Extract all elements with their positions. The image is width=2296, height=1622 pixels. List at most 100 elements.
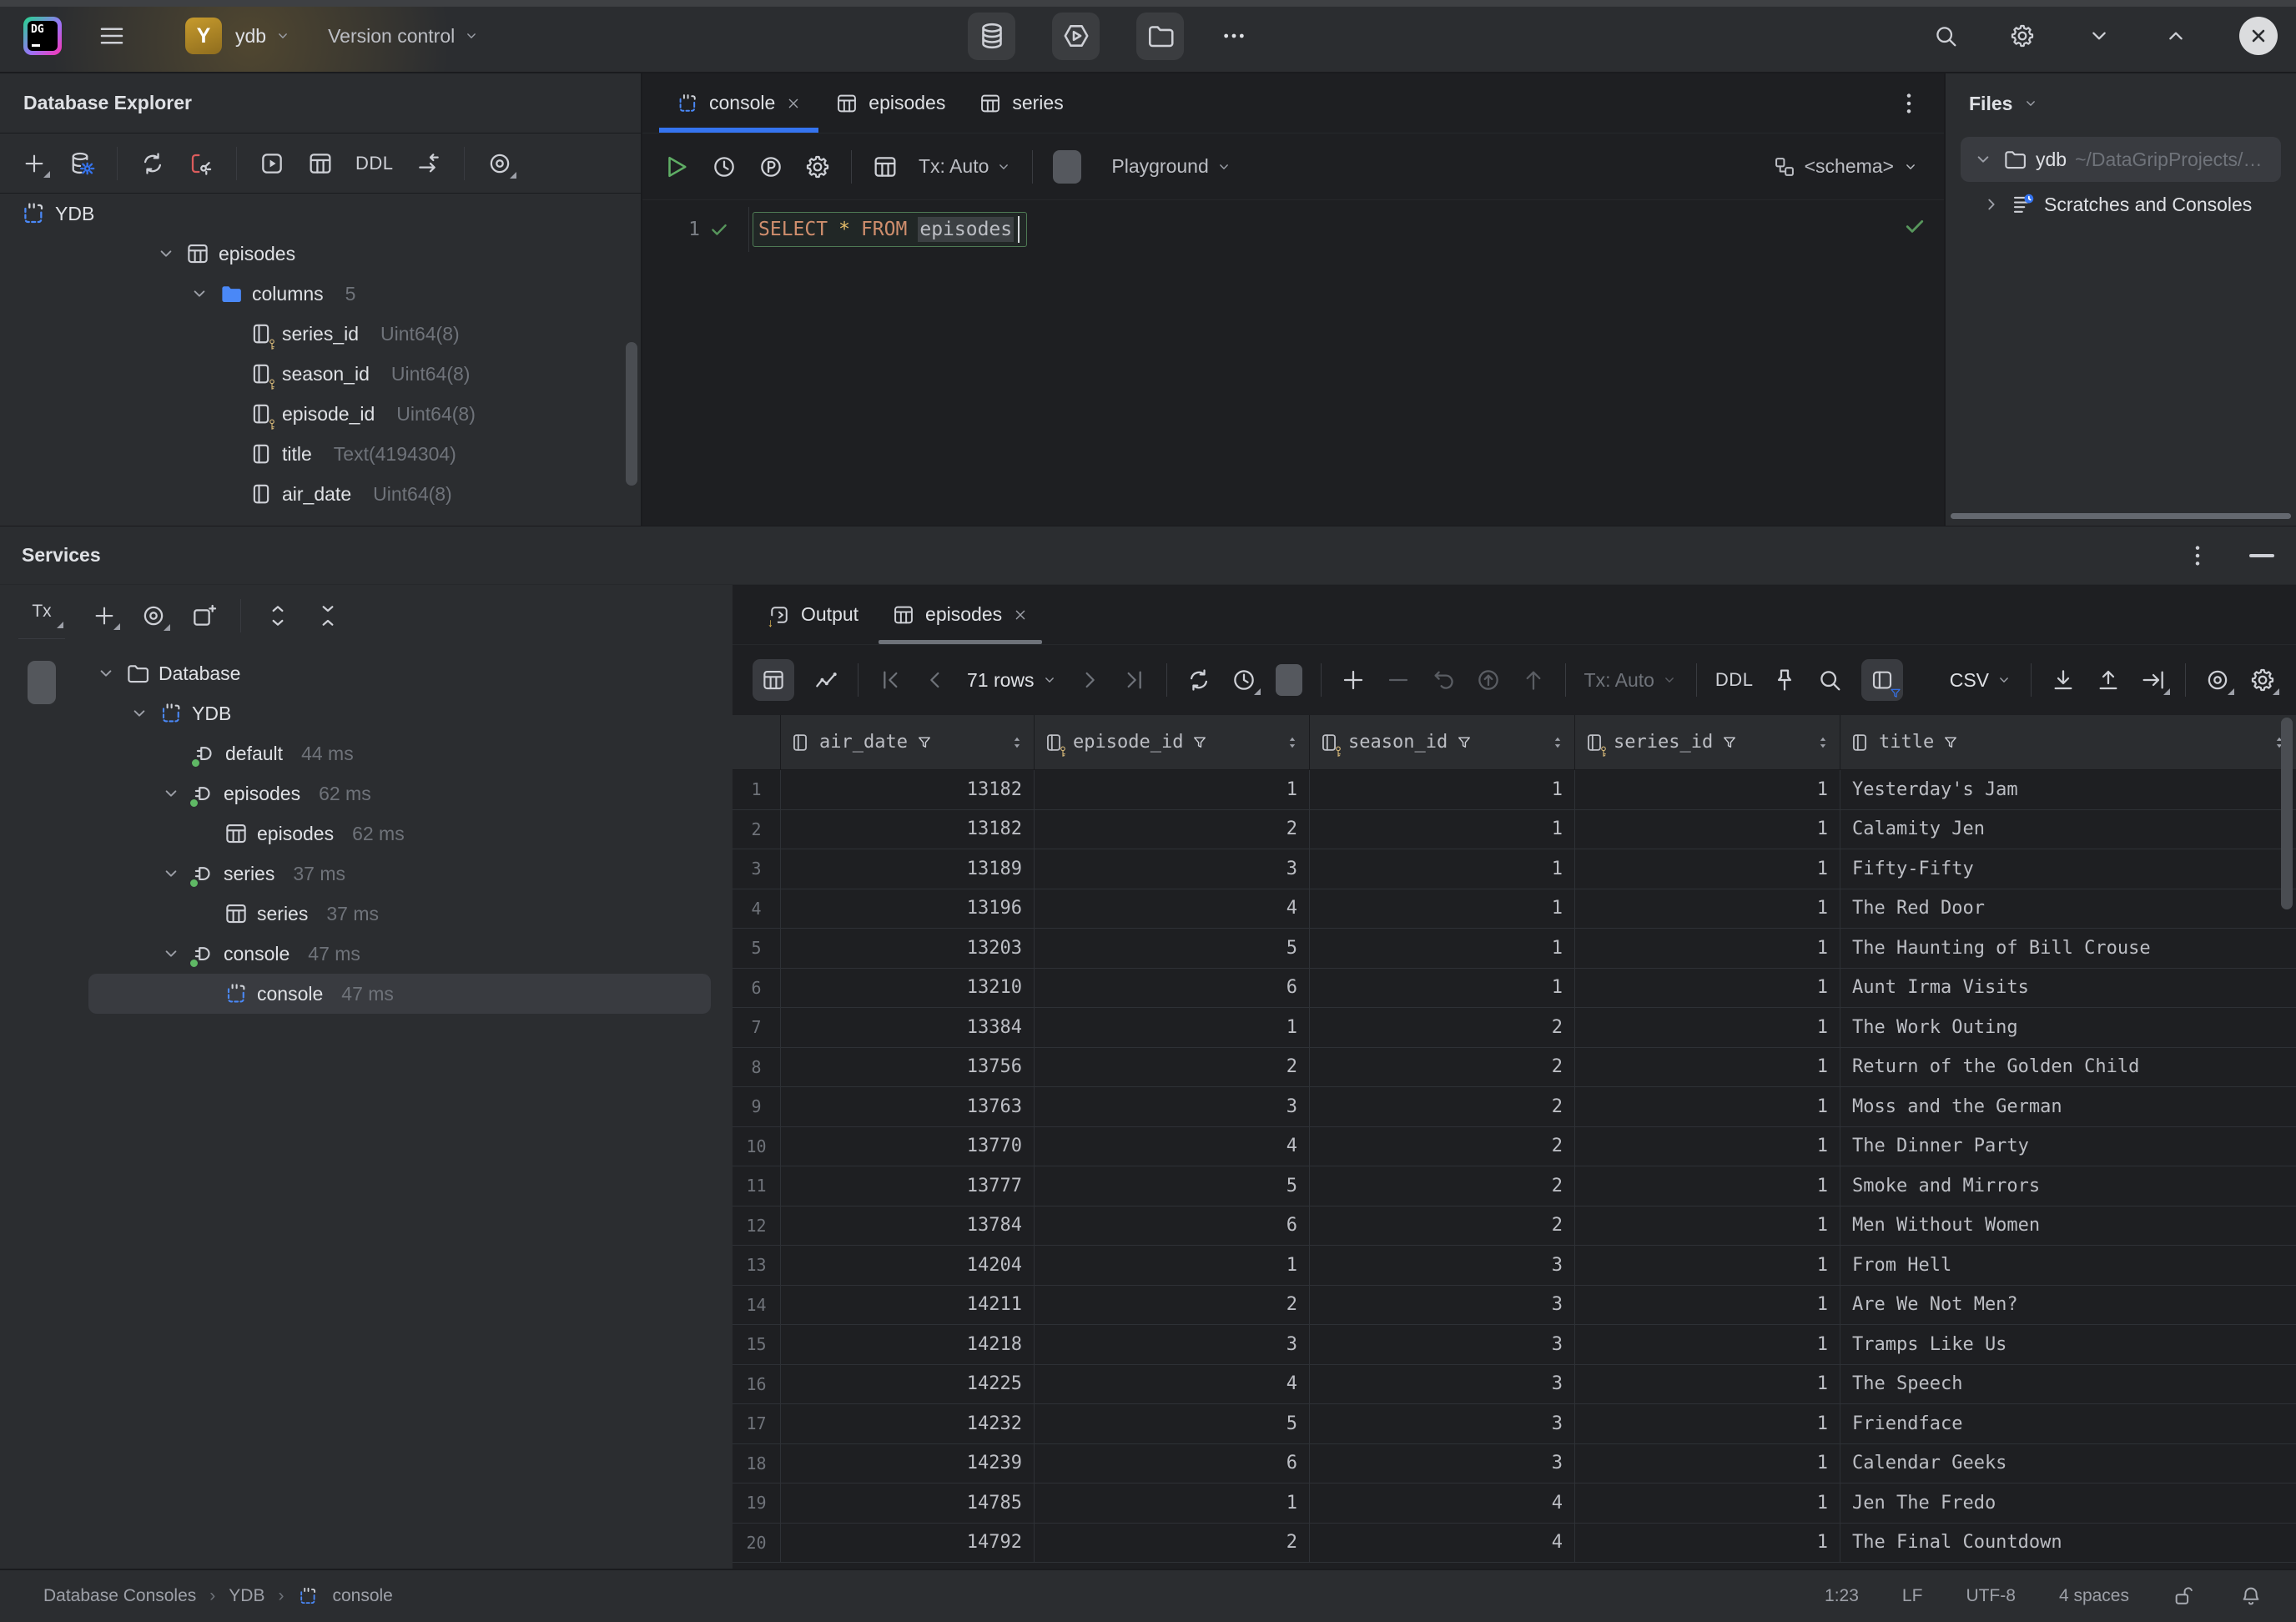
cell-episode-id[interactable]: 1: [1035, 1246, 1310, 1285]
cell-series-id[interactable]: 1: [1575, 810, 1840, 849]
schema-selector[interactable]: <schema>: [1773, 155, 1919, 179]
table-row[interactable]: 6 13210 6 1 1 Aunt Irma Visits: [733, 969, 2296, 1009]
sql-statement[interactable]: SELECT * FROM episodes: [753, 212, 1027, 247]
expand-all-icon[interactable]: [264, 602, 291, 629]
service-item-console-selected[interactable]: console 47 ms: [88, 974, 711, 1014]
breadcrumb-item[interactable]: Database Consoles: [43, 1586, 196, 1606]
cell-air-date[interactable]: 14239: [781, 1444, 1035, 1483]
tab-episodes-result[interactable]: episodes: [875, 585, 1045, 644]
cell-episode-id[interactable]: 4: [1035, 889, 1310, 929]
inspection-ok-widget[interactable]: [1902, 214, 1927, 244]
table-row[interactable]: 1 13182 1 1 1 Yesterday's Jam: [733, 770, 2296, 810]
table-row[interactable]: 5 13203 5 1 1 The Haunting of Bill Crous…: [733, 929, 2296, 969]
tab-console[interactable]: console: [659, 73, 818, 133]
cell-air-date[interactable]: 13763: [781, 1087, 1035, 1126]
tree-item-series-id[interactable]: series_id Uint64(8): [0, 314, 641, 354]
tree-item-season-id[interactable]: season_id Uint64(8): [0, 354, 641, 394]
cell-air-date[interactable]: 13384: [781, 1008, 1035, 1047]
tab-options-icon[interactable]: [1896, 90, 1922, 117]
column-header-title[interactable]: title: [1840, 715, 2296, 769]
chevron-down-icon[interactable]: [155, 243, 177, 264]
cell-series-id[interactable]: 1: [1575, 1246, 1840, 1285]
cell-air-date[interactable]: 13182: [781, 810, 1035, 849]
first-page-icon[interactable]: [877, 667, 904, 693]
scrollbar-thumb[interactable]: [2281, 718, 2293, 909]
cell-series-id[interactable]: 1: [1575, 889, 1840, 929]
cell-episode-id[interactable]: 2: [1035, 810, 1310, 849]
sort-icon[interactable]: [1815, 734, 1831, 751]
cell-season-id[interactable]: 2: [1310, 1206, 1575, 1246]
cell-air-date[interactable]: 13777: [781, 1166, 1035, 1206]
select-all-corner[interactable]: [733, 715, 781, 769]
project-selector[interactable]: ydb: [235, 25, 291, 48]
breadcrumb-item[interactable]: console: [332, 1586, 392, 1606]
files-panel-header[interactable]: Files: [1946, 73, 2296, 133]
cell-air-date[interactable]: 14785: [781, 1483, 1035, 1523]
cell-air-date[interactable]: 13182: [781, 770, 1035, 809]
filter-icon[interactable]: [1942, 734, 1959, 751]
add-service-button[interactable]: [92, 603, 117, 628]
filter-icon[interactable]: [1191, 734, 1208, 751]
row-count-selector[interactable]: 71 rows: [967, 669, 1058, 692]
caret-position[interactable]: 1:23: [1825, 1586, 1859, 1606]
cell-title[interactable]: The Work Outing: [1840, 1008, 2296, 1047]
refresh-icon[interactable]: [139, 150, 166, 177]
vcs-menu[interactable]: Version control: [328, 25, 480, 48]
cell-episode-id[interactable]: 5: [1035, 1404, 1310, 1443]
add-datasource-button[interactable]: [22, 151, 47, 176]
cell-title[interactable]: Men Without Women: [1840, 1206, 2296, 1246]
hide-panel-icon[interactable]: [2249, 554, 2274, 557]
service-item-episodes-result[interactable]: episodes 62 ms: [83, 814, 733, 854]
parameters-icon[interactable]: [758, 154, 784, 180]
cell-episode-id[interactable]: 4: [1035, 1365, 1310, 1404]
cell-title[interactable]: Return of the Golden Child: [1840, 1048, 2296, 1087]
tx-mode-selector[interactable]: Tx: Auto: [1584, 669, 1678, 692]
notifications-bell-icon[interactable]: [2239, 1584, 2263, 1608]
table-row[interactable]: 19 14785 1 4 1 Jen The Fredo: [733, 1483, 2296, 1524]
cell-series-id[interactable]: 1: [1575, 1483, 1840, 1523]
tx-mode-selector[interactable]: Tx: Auto: [919, 155, 1012, 178]
cell-title[interactable]: The Speech: [1840, 1365, 2296, 1404]
service-item-ydb[interactable]: YDB: [83, 693, 733, 733]
filter-icon[interactable]: [1721, 734, 1738, 751]
scrollbar-thumb[interactable]: [626, 342, 637, 486]
table-row[interactable]: 18 14239 6 3 1 Calendar Geeks: [733, 1444, 2296, 1484]
files-item-scratches[interactable]: Scratches and Consoles: [1946, 182, 2296, 227]
cell-series-id[interactable]: 1: [1575, 929, 1840, 968]
cell-title[interactable]: Jen The Fredo: [1840, 1483, 2296, 1523]
cell-air-date[interactable]: 14232: [781, 1404, 1035, 1443]
cell-season-id[interactable]: 3: [1310, 1286, 1575, 1325]
cell-series-id[interactable]: 1: [1575, 1166, 1840, 1206]
cell-episode-id[interactable]: 3: [1035, 849, 1310, 889]
cell-season-id[interactable]: 4: [1310, 1524, 1575, 1563]
cell-season-id[interactable]: 3: [1310, 1404, 1575, 1443]
cell-episode-id[interactable]: 3: [1035, 1087, 1310, 1126]
close-icon[interactable]: [785, 95, 802, 112]
open-console-icon[interactable]: [259, 150, 285, 177]
cell-series-id[interactable]: 1: [1575, 1127, 1840, 1166]
import-data-icon[interactable]: [2095, 667, 2122, 693]
service-item-database[interactable]: Database: [83, 653, 733, 693]
cell-season-id[interactable]: 2: [1310, 1008, 1575, 1047]
cell-episode-id[interactable]: 1: [1035, 770, 1310, 809]
cell-episode-id[interactable]: 2: [1035, 1524, 1310, 1563]
main-menu-icon[interactable]: [97, 21, 127, 51]
cell-title[interactable]: From Hell: [1840, 1246, 2296, 1285]
next-page-icon[interactable]: [1076, 667, 1103, 693]
cell-title[interactable]: Smoke and Mirrors: [1840, 1166, 2296, 1206]
tab-output[interactable]: ↓ Output: [751, 585, 875, 644]
pin-tab-icon[interactable]: [1771, 667, 1798, 693]
cell-season-id[interactable]: 1: [1310, 810, 1575, 849]
add-row-icon[interactable]: [1340, 667, 1367, 693]
table-row[interactable]: 12 13784 6 2 1 Men Without Women: [733, 1206, 2296, 1247]
chevron-down-icon[interactable]: [160, 783, 182, 804]
chevron-down-icon[interactable]: [128, 703, 150, 724]
filter-icon[interactable]: [916, 734, 933, 751]
cell-series-id[interactable]: 1: [1575, 1444, 1840, 1483]
table-row[interactable]: 3 13189 3 1 1 Fifty-Fifty: [733, 849, 2296, 889]
cell-season-id[interactable]: 2: [1310, 1127, 1575, 1166]
cell-air-date[interactable]: 13189: [781, 849, 1035, 889]
reload-icon[interactable]: [1186, 667, 1212, 693]
project-files-button[interactable]: [1136, 13, 1184, 60]
tx-filter-button[interactable]: Tx: [23, 597, 59, 627]
